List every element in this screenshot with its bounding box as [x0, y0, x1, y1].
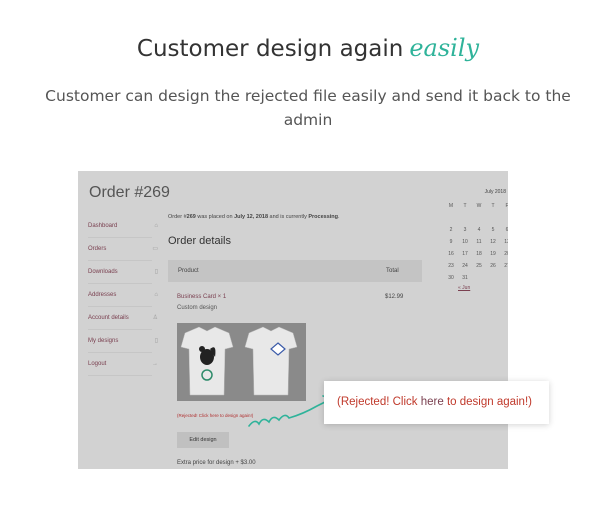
file-icon: ▯	[154, 269, 158, 275]
calendar-cell: 27	[504, 263, 508, 269]
calendar-prev-link[interactable]: « Jun	[444, 285, 506, 291]
item-name-link[interactable]: Business Card × 1	[177, 294, 226, 300]
calendar-cell: 25	[476, 263, 482, 269]
calendar-cell: 31	[462, 275, 468, 281]
subhead: Customer can design the rejected file ea…	[45, 87, 571, 129]
item-price: $12.99	[385, 294, 404, 300]
calendar-cell: 13	[504, 239, 508, 245]
calendar-day-header: F	[505, 203, 508, 209]
nav-orders[interactable]: Orders ▭	[88, 238, 158, 261]
calendar-cell	[486, 214, 500, 223]
headline: Customer design again easily	[0, 34, 616, 62]
edit-design-button[interactable]: Edit design	[177, 432, 229, 448]
calendar-cell	[472, 274, 486, 283]
nav-downloads[interactable]: Downloads ▯	[88, 261, 158, 284]
calendar-cell: 20	[504, 251, 508, 257]
order-title: Order #269	[89, 184, 170, 201]
calendar-cell: 11	[476, 239, 482, 245]
calendar-cell: 3	[463, 227, 467, 233]
calendar-cell: 24	[462, 263, 468, 269]
calendar-day-header: M	[448, 203, 454, 209]
placed-order-number: 269	[186, 214, 196, 220]
calendar-cell: 19	[490, 251, 496, 257]
callout-text: (Rejected! Click here to design again!)	[337, 396, 532, 408]
file-icon: ▯	[154, 338, 158, 344]
calendar-cell	[444, 214, 458, 223]
table-header: Product Total	[168, 260, 422, 282]
extra-price-text: Extra price for design + $3.00	[177, 460, 256, 466]
placed-date: July 12, 2018	[234, 214, 269, 220]
calendar-cell: 18	[476, 251, 482, 257]
calendar-grid: M T W T F 2 3 4 5 6 9 10 11 12 13 16 17 …	[444, 202, 508, 283]
nav-label: Downloads	[88, 269, 118, 275]
nav-logout[interactable]: Logout →	[88, 353, 158, 376]
calendar-cell	[500, 214, 508, 223]
col-product: Product	[178, 268, 199, 274]
nav-label: Orders	[88, 246, 107, 252]
placed-pre: Order #	[168, 214, 187, 220]
placed-end: .	[338, 214, 340, 220]
calendar-cell: 6	[505, 227, 508, 233]
headline-accent: easily	[409, 34, 480, 62]
col-total: Total	[386, 268, 399, 274]
calendar-cell: 17	[462, 251, 468, 257]
calendar-cell: 30	[448, 275, 454, 281]
rejected-link-small[interactable]: (Rejected! Click here to design again!)	[177, 413, 253, 418]
tshirt-back	[244, 326, 298, 396]
nav-account-details[interactable]: Account details ♙	[88, 307, 158, 330]
calendar-day-header: T	[463, 203, 467, 209]
account-nav: Dashboard ⌂ Orders ▭ Downloads ▯ Addresses ⌂…	[88, 215, 158, 376]
calendar-day-header: W	[476, 203, 482, 209]
calendar-widget: July 2018 M T W T F 2 3 4 5 6 9 10 11 12…	[444, 189, 508, 291]
nav-my-designs[interactable]: My designs ▯	[88, 330, 158, 353]
callout-here-link[interactable]: here	[421, 396, 444, 408]
order-placed-text: Order #269 was placed on July 12, 2018 a…	[168, 214, 340, 220]
calendar-cell	[500, 274, 508, 283]
nav-label: My designs	[88, 338, 119, 344]
headline-main: Customer design again	[136, 36, 404, 62]
nav-dashboard[interactable]: Dashboard ⌂	[88, 215, 158, 238]
dashboard-icon: ⌂	[154, 223, 158, 229]
rejected-callout: (Rejected! Click here to design again!)	[324, 381, 549, 424]
nav-label: Addresses	[88, 292, 117, 298]
calendar-cell: 9	[449, 239, 453, 245]
calendar-day-header: T	[491, 203, 495, 209]
calendar-cell: 2	[449, 227, 453, 233]
calendar-cell: 5	[491, 227, 495, 233]
calendar-cell	[458, 214, 472, 223]
calendar-cell	[486, 274, 500, 283]
calendar-cell: 10	[462, 239, 468, 245]
nav-label: Logout	[88, 361, 107, 367]
calendar-cell: 23	[448, 263, 454, 269]
callout-close: to design again!)	[443, 396, 532, 408]
order-details-title: Order details	[168, 235, 231, 247]
nav-label: Dashboard	[88, 223, 118, 229]
placed-mid2: and is currently	[268, 214, 309, 220]
calendar-cell: 26	[490, 263, 496, 269]
placed-mid: was placed on	[195, 214, 235, 220]
placed-status: Processing	[308, 214, 339, 220]
nav-addresses[interactable]: Addresses ⌂	[88, 284, 158, 307]
logout-icon: →	[152, 361, 158, 367]
cart-icon: ▭	[152, 246, 158, 252]
user-icon: ♙	[152, 315, 158, 321]
nav-label: Account details	[88, 315, 129, 321]
home-icon: ⌂	[154, 292, 158, 298]
item-subtitle: Custom design	[177, 305, 218, 311]
calendar-cell: 4	[477, 227, 481, 233]
callout-open: (Rejected! Click	[337, 396, 421, 408]
calendar-cell: 12	[490, 239, 496, 245]
calendar-title: July 2018	[484, 189, 506, 195]
calendar-cell	[472, 214, 486, 223]
calendar-cell: 16	[448, 251, 454, 257]
